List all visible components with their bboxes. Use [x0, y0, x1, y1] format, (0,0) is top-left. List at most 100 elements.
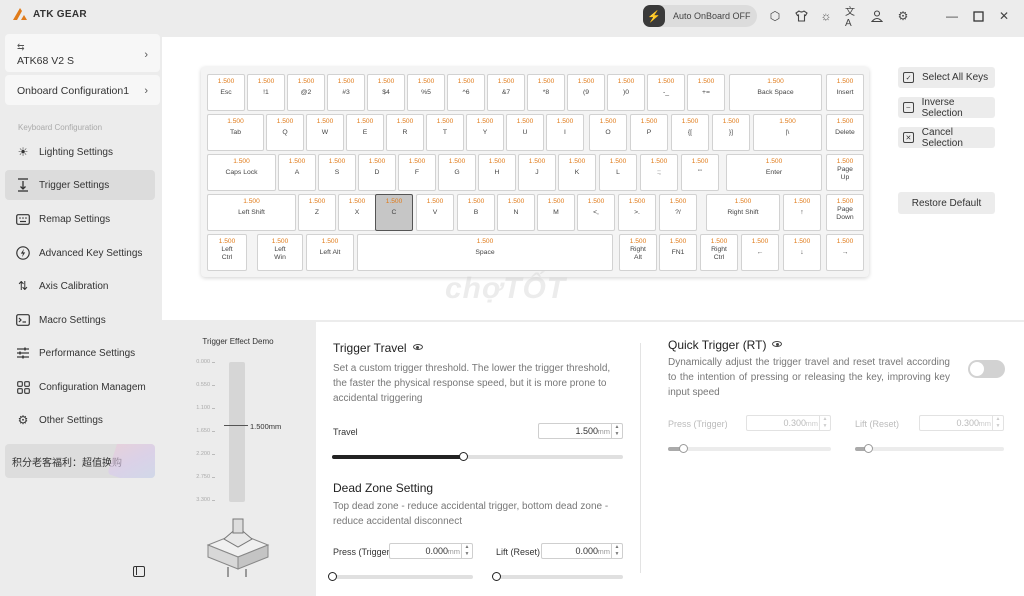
key-+=[interactable]: 1.500 += [687, 74, 725, 111]
qt-lift-input[interactable]: 0.300 mm ▲ ▼ [919, 415, 1004, 431]
cube-icon[interactable]: ⬡ [768, 9, 782, 23]
translate-icon[interactable]: 文A [845, 7, 859, 29]
key-"'[interactable]: 1.500 "' [681, 154, 719, 191]
cancel-selection-button[interactable]: ✕ Cancel Selection [898, 127, 995, 149]
key-page-down[interactable]: 1.500 Page Down [826, 194, 864, 231]
key-}][interactable]: 1.500}] [712, 114, 750, 151]
key-<,[interactable]: 1.500 <, [577, 194, 615, 231]
key-g[interactable]: 1.500 G [438, 154, 476, 191]
key-esc[interactable]: 1.500 Esc [207, 74, 245, 111]
key-↑[interactable]: 1.500 ↑ [783, 194, 821, 231]
nav-lighting-settings[interactable]: ☀ Lighting Settings [5, 137, 155, 167]
key-u[interactable]: 1.500 U [506, 114, 544, 151]
key-m[interactable]: 1.500 M [537, 194, 575, 231]
key-z[interactable]: 1.500 Z [298, 194, 336, 231]
key-k[interactable]: 1.500 K [558, 154, 596, 191]
nav-macro-settings[interactable]: Macro Settings [5, 305, 155, 335]
key-right-alt[interactable]: 1.500 Right Alt [619, 234, 657, 271]
stepper-icon[interactable]: ▲ ▼ [819, 416, 830, 430]
shirt-icon[interactable] [794, 9, 808, 23]
key-d[interactable]: 1.500 D [358, 154, 396, 191]
key->.[interactable]: 1.500 >. [618, 194, 656, 231]
key-:;[interactable]: 1.500:; [640, 154, 678, 191]
key-delete[interactable]: 1.500 Delete [826, 114, 864, 151]
key-(9[interactable]: 1.500 (9 [567, 74, 605, 111]
device-selector[interactable]: ⇆ ATK68 V2 S › [5, 34, 160, 72]
key-#3[interactable]: 1.500 #3 [327, 74, 365, 111]
key-)0[interactable]: 1.500)0 [607, 74, 645, 111]
key-s[interactable]: 1.500 S [318, 154, 356, 191]
key-a[interactable]: 1.500 A [278, 154, 316, 191]
key-page-up[interactable]: 1.500 Page Up [826, 154, 864, 191]
stepper-icon[interactable]: ▲ ▼ [461, 544, 472, 558]
nav-axis-calibration[interactable]: ⇅ Axis Calibration [5, 271, 155, 301]
nav-remap-settings[interactable]: Remap Settings [5, 204, 155, 234]
travel-slider[interactable] [332, 452, 623, 461]
key-*8[interactable]: 1.500 *8 [527, 74, 565, 111]
key-v[interactable]: 1.500 V [416, 194, 454, 231]
key-n[interactable]: 1.500 N [497, 194, 535, 231]
key-f[interactable]: 1.500 F [398, 154, 436, 191]
stepper-icon[interactable]: ▲ ▼ [611, 544, 622, 558]
qt-press-slider[interactable] [668, 444, 831, 453]
close-icon[interactable]: ✕ [997, 9, 1011, 23]
select-all-keys-button[interactable]: ✓ Select All Keys [898, 67, 995, 88]
key-space[interactable]: 1.500 Space [357, 234, 613, 271]
travel-slider-thumb[interactable] [458, 452, 468, 461]
key-back-space[interactable]: 1.500 Back Space [729, 74, 822, 111]
dz-lift-input[interactable]: 0.000 mm ▲ ▼ [541, 543, 623, 559]
eye-icon[interactable] [412, 344, 423, 350]
qt-lift-slider[interactable] [855, 444, 1004, 453]
key-b[interactable]: 1.500 B [457, 194, 495, 231]
key-left-ctrl[interactable]: 1.500 Left Ctrl [207, 234, 247, 271]
key-|\[interactable]: 1.500 |\ [753, 114, 822, 151]
key-right-shift[interactable]: 1.500 Right Shift [706, 194, 780, 231]
key-→[interactable]: 1.500 → [826, 234, 864, 271]
key-c[interactable]: 1.500 C [375, 194, 413, 231]
stepper-icon[interactable]: ▲ ▼ [992, 416, 1003, 430]
key-o[interactable]: 1.500 O [589, 114, 627, 151]
key-←[interactable]: 1.500 ← [741, 234, 779, 271]
key-^6[interactable]: 1.500 ^6 [447, 74, 485, 111]
dz-press-input[interactable]: 0.000 mm ▲ ▼ [389, 543, 473, 559]
key-r[interactable]: 1.500 R [386, 114, 424, 151]
dz-lift-slider-thumb[interactable] [492, 572, 501, 581]
key-left-alt[interactable]: 1.500 Left Alt [306, 234, 354, 271]
nav-other-settings[interactable]: ⚙ Other Settings [5, 405, 155, 435]
key-left-shift[interactable]: 1.500 Left Shift [207, 194, 296, 231]
key-j[interactable]: 1.500 J [518, 154, 556, 191]
brightness-icon[interactable]: ☼ [819, 9, 833, 23]
inverse-selection-button[interactable]: – Inverse Selection [898, 97, 995, 119]
key-$4[interactable]: 1.500 $4 [367, 74, 405, 111]
nav-trigger-settings[interactable]: Trigger Settings [5, 170, 155, 200]
key-x[interactable]: 1.500 X [338, 194, 376, 231]
quick-trigger-toggle[interactable] [968, 360, 1005, 378]
key-&7[interactable]: 1.500 &7 [487, 74, 525, 111]
promo-banner[interactable]: 积分老客福利：超值换购 [5, 444, 155, 478]
key-q[interactable]: 1.500 Q [266, 114, 304, 151]
key-y[interactable]: 1.500 Y [466, 114, 504, 151]
dz-lift-slider[interactable] [492, 572, 623, 581]
dz-press-slider[interactable] [328, 572, 473, 581]
maximize-icon[interactable] [971, 9, 985, 23]
minimize-icon[interactable]: — [945, 9, 959, 23]
nav-advanced-key-settings[interactable]: Advanced Key Settings [5, 238, 155, 268]
key-right-ctrl[interactable]: 1.500 Right Ctrl [700, 234, 738, 271]
key-fn1[interactable]: 1.500 FN1 [659, 234, 697, 271]
eye-icon[interactable] [772, 341, 783, 347]
key-%5[interactable]: 1.500 %5 [407, 74, 445, 111]
key--_[interactable]: 1.500 -_ [647, 74, 685, 111]
key-h[interactable]: 1.500 H [478, 154, 516, 191]
travel-input[interactable]: 1.500 mm ▲ ▼ [538, 423, 623, 439]
stepper-icon[interactable]: ▲ ▼ [611, 424, 622, 438]
key-caps-lock[interactable]: 1.500 Caps Lock [207, 154, 276, 191]
qt-press-slider-thumb[interactable] [678, 444, 688, 453]
dz-press-slider-thumb[interactable] [328, 572, 337, 581]
restore-default-button[interactable]: Restore Default [898, 192, 995, 214]
nav-configuration-management[interactable]: Configuration Managem [5, 372, 155, 402]
key-l[interactable]: 1.500 L [599, 154, 637, 191]
user-icon[interactable] [870, 9, 884, 23]
qt-press-input[interactable]: 0.300 mm ▲ ▼ [746, 415, 831, 431]
key-w[interactable]: 1.500 W [306, 114, 344, 151]
key-t[interactable]: 1.500 T [426, 114, 464, 151]
